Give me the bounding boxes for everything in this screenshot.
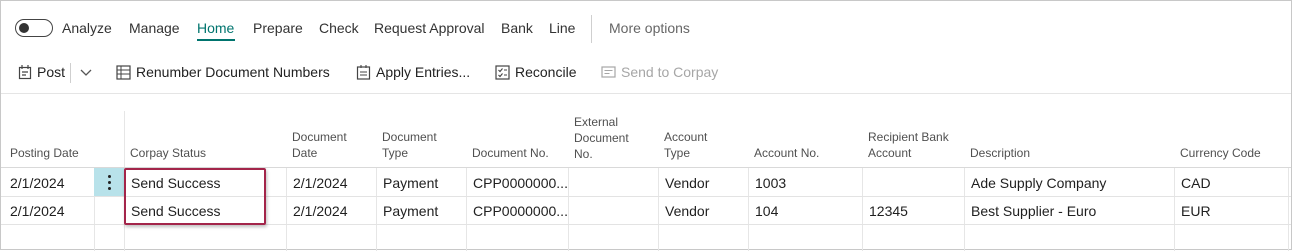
reconcile-label: Reconcile: [515, 64, 577, 80]
tab-check[interactable]: Check: [319, 20, 359, 36]
header-description[interactable]: Description: [970, 145, 1030, 161]
header-currency-code[interactable]: Currency Code: [1180, 145, 1261, 161]
tab-analyze[interactable]: Analyze: [62, 20, 112, 36]
renumber-label: Renumber Document Numbers: [136, 64, 330, 80]
cell-account-no[interactable]: 104: [755, 203, 778, 219]
renumber-document-numbers-button[interactable]: Renumber Document Numbers: [116, 63, 330, 81]
tab-home[interactable]: Home: [197, 20, 234, 36]
apply-entries-label: Apply Entries...: [376, 64, 471, 80]
nav-divider: [591, 15, 592, 43]
apply-entries-icon: [356, 65, 371, 80]
cell-posting-date[interactable]: 2/1/2024: [10, 175, 65, 191]
column-divider: [1288, 167, 1289, 251]
send-to-corpay-button[interactable]: Send to Corpay: [601, 63, 718, 81]
focus-mode-toggle[interactable]: [15, 19, 53, 37]
cell-document-no[interactable]: CPP0000000...: [473, 175, 568, 191]
header-document-type[interactable]: Document Type: [382, 129, 437, 161]
cell-account-type[interactable]: Vendor: [665, 175, 709, 191]
row-actions-menu[interactable]: [94, 168, 124, 196]
column-divider: [568, 167, 569, 251]
cell-description[interactable]: Ade Supply Company: [971, 175, 1106, 191]
tab-manage[interactable]: Manage: [129, 20, 180, 36]
tab-bank[interactable]: Bank: [501, 20, 533, 36]
cell-document-date[interactable]: 2/1/2024: [293, 175, 348, 191]
active-tab-indicator: [197, 39, 235, 41]
renumber-icon: [116, 64, 131, 80]
corpay-status-highlight: [124, 168, 266, 225]
column-divider: [1174, 167, 1175, 251]
tab-line[interactable]: Line: [549, 20, 575, 36]
tab-request-approval[interactable]: Request Approval: [374, 20, 485, 36]
more-options-button[interactable]: More options: [609, 20, 690, 36]
send-icon: [601, 66, 616, 78]
post-dropdown-button[interactable]: [79, 63, 98, 81]
more-vertical-icon: [107, 174, 111, 190]
header-posting-date[interactable]: Posting Date: [10, 145, 79, 161]
header-document-date[interactable]: Document Date: [292, 129, 347, 161]
column-divider: [748, 167, 749, 251]
cell-document-no[interactable]: CPP0000000...: [473, 203, 568, 219]
header-corpay-status[interactable]: Corpay Status: [130, 145, 206, 161]
cell-account-no[interactable]: 1003: [755, 175, 786, 191]
column-divider: [862, 167, 863, 251]
post-label: Post: [37, 64, 66, 80]
header-account-type[interactable]: Account Type: [664, 129, 707, 161]
column-divider: [658, 167, 659, 251]
send-to-corpay-label: Send to Corpay: [621, 64, 719, 80]
chevron-down-icon: [80, 69, 92, 76]
toggle-knob: [19, 22, 29, 33]
post-icon: [18, 65, 32, 80]
cell-posting-date[interactable]: 2/1/2024: [10, 203, 65, 219]
column-divider: [286, 167, 287, 251]
toolbar-divider: [1, 93, 1291, 94]
cell-document-type[interactable]: Payment: [383, 175, 438, 191]
column-divider: [376, 167, 377, 251]
post-button[interactable]: Post: [18, 63, 65, 81]
cell-currency-code[interactable]: CAD: [1181, 175, 1211, 191]
header-recipient-bank-account[interactable]: Recipient Bank Account: [868, 129, 949, 161]
cell-document-type[interactable]: Payment: [383, 203, 438, 219]
post-split-divider: [70, 63, 71, 83]
column-divider: [466, 167, 467, 251]
apply-entries-button[interactable]: Apply Entries...: [356, 63, 470, 81]
cell-document-date[interactable]: 2/1/2024: [293, 203, 348, 219]
header-document-no[interactable]: Document No.: [472, 145, 549, 161]
cell-recipient-bank-account[interactable]: 12345: [869, 203, 908, 219]
header-account-no[interactable]: Account No.: [754, 145, 819, 161]
reconcile-button[interactable]: Reconcile: [495, 63, 576, 81]
tab-prepare[interactable]: Prepare: [253, 20, 303, 36]
cell-currency-code[interactable]: EUR: [1181, 203, 1211, 219]
cell-account-type[interactable]: Vendor: [665, 203, 709, 219]
journal-page: Analyze Manage Home Prepare Check Reques…: [0, 0, 1292, 251]
action-bar-tabs: Analyze Manage Home Prepare Check Reques…: [1, 1, 1291, 57]
reconcile-icon: [495, 64, 510, 80]
column-divider: [964, 167, 965, 251]
header-external-document-no[interactable]: External Document No.: [574, 114, 629, 162]
cell-description[interactable]: Best Supplier - Euro: [971, 203, 1096, 219]
